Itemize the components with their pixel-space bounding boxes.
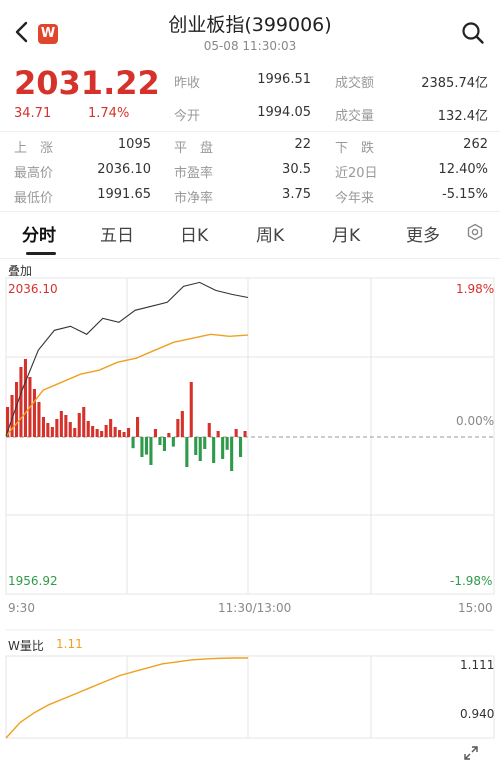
volume-bar [140,437,144,457]
volume-bar [162,437,166,451]
volume-bar [194,437,198,455]
volume-bar [37,402,41,437]
volume-bar [153,429,157,437]
volume-bar [118,430,122,437]
volume-bar [185,437,189,467]
fullscreen-expand-icon[interactable] [462,744,480,762]
volume-bar [91,426,95,437]
volume-bar [64,415,68,437]
volume-bar [171,437,175,447]
volume-bar [189,382,193,437]
volume-bar [68,422,72,437]
volume-bar [32,389,36,437]
volume-bar [149,437,153,465]
volume-bar [86,421,90,437]
volume-bar [176,419,180,437]
volume-bar [50,427,54,437]
volume-bar [216,431,220,437]
volume-bar [46,423,50,437]
volume-bar [230,437,234,471]
volume-bar [239,437,243,457]
volume-bar [234,429,238,437]
intraday-chart[interactable] [0,0,500,772]
volume-bar [41,417,45,437]
volume-bar [144,437,148,455]
volume-bar [19,367,23,437]
volume-bar [203,437,207,449]
volume-bar [198,437,202,461]
volume-bar [109,419,113,437]
volume-bar [180,411,184,437]
volume-bar [212,437,216,463]
volume-bar [23,359,27,437]
volume-bar [59,411,63,437]
volume-bar [104,425,108,437]
volume-ratio-frame [5,655,495,739]
volume-bar [100,431,104,437]
volume-bar [221,437,225,459]
volume-bar [95,429,99,437]
volume-bar [167,433,171,437]
volume-bar [113,427,117,437]
volume-bar [73,428,77,437]
volume-bar [158,437,162,445]
volume-bar [55,419,59,437]
volume-bar [243,431,247,437]
volume-bar [131,437,135,449]
volume-bar [136,417,140,437]
volume-bar [122,432,126,437]
volume-bar [127,428,131,437]
volume-bar [82,407,86,437]
volume-bar [225,437,229,450]
volume-bar [207,423,211,437]
volume-bar [77,413,81,437]
